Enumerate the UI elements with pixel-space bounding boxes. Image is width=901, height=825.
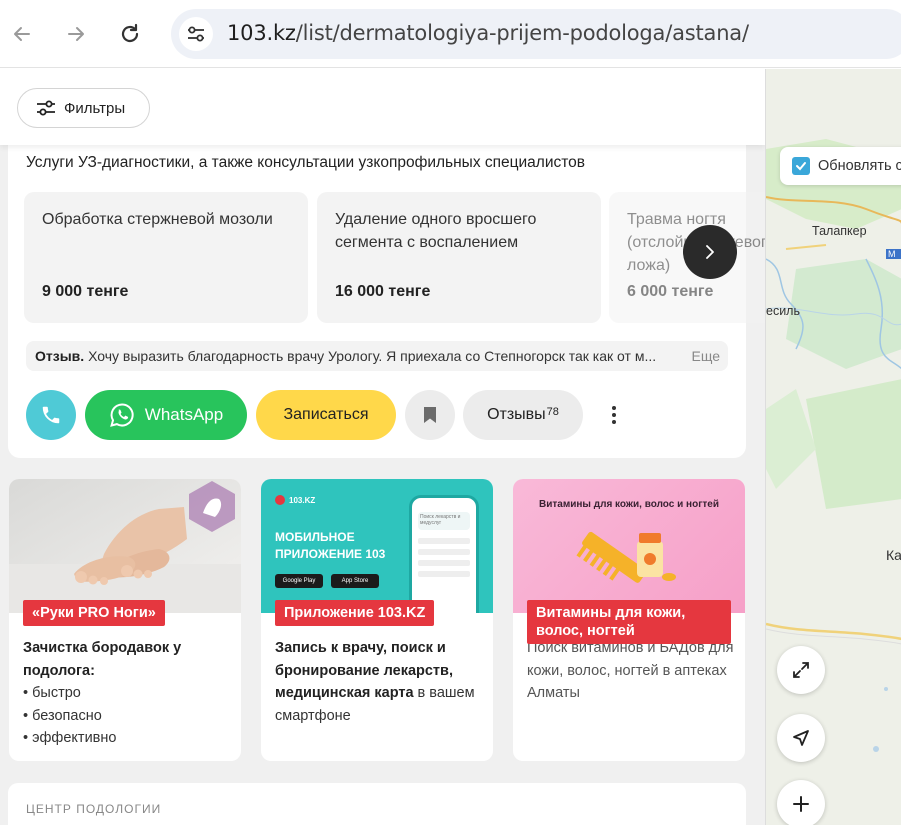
app-headline-line: МОБИЛЬНОЕ [275,530,355,544]
carousel-next-button[interactable] [683,225,737,279]
page-content: Фильтры Услуги УЗ-диагностики, а также к… [0,69,765,825]
forward-button[interactable] [59,17,93,51]
expand-icon [793,662,809,678]
reviews-button[interactable]: Отзывы 78 [463,390,583,440]
filter-icon [37,100,55,116]
filters-button[interactable]: Фильтры [17,88,150,128]
promo-bullet: • эффективно [23,730,117,746]
phone-line [418,549,470,555]
whatsapp-icon [109,403,134,427]
browser-toolbar: 103.kz/list/dermatologiya-prijem-podolog… [0,0,901,68]
map-city-label: Ка [886,547,901,563]
filter-bar: Фильтры [0,69,765,145]
map-expand-button[interactable] [777,646,825,694]
clinic-category-label: ЦЕНТР ПОДОЛОГИИ [26,802,162,816]
more-dots-icon [612,406,616,410]
map-road-marker: М [888,249,896,259]
plus-icon [275,495,285,505]
google-play-badge: Google Play [275,574,323,588]
map-zoom-in-button[interactable] [777,780,825,825]
app-headline-line: ПРИЛОЖЕНИЕ 103 [275,547,386,561]
service-name: Удаление одного вросшего сегмента с восп… [335,211,537,251]
promo-title: Зачистка бородавок у подолога: [23,640,182,679]
promo-title: Поиск витаминов и БАДов для кожи, волос,… [527,640,734,701]
service-price: 6 000 тенге [627,283,714,300]
address-bar[interactable]: 103.kz/list/dermatologiya-prijem-podolog… [171,9,901,59]
promo-text: Запись к врачу, поиск и бронирование лек… [275,637,483,727]
reload-button[interactable] [113,17,147,51]
call-button[interactable] [26,390,76,440]
chevron-right-icon [706,245,714,259]
service-card[interactable]: Обработка стержневой мозоли 9 000 тенге [24,192,308,323]
promo-tag: Приложение 103.KZ [275,600,435,626]
url-text[interactable]: 103.kz/list/dermatologiya-prijem-podolog… [227,21,749,45]
service-price: 9 000 тенге [42,283,129,300]
clinic-card: Услуги УЗ-диагностики, а также консульта… [8,137,765,458]
bookmark-icon [424,407,436,423]
site-info-button[interactable] [179,17,213,51]
map-locate-button[interactable] [777,714,825,762]
promo-image-feet [9,479,241,613]
book-appointment-button[interactable]: Записаться [256,390,396,440]
promo-tag: «Руки PRO Ноги» [23,600,165,626]
arrow-right-icon [68,27,84,41]
map-refresh-toggle[interactable]: Обновлять с [780,147,901,185]
more-dots-icon [612,413,616,417]
url-path: /list/dermatologiya-prijem-podologa/asta… [295,21,749,45]
review-text: Хочу выразить благодарность врачу Уролог… [88,348,657,364]
review-more-link[interactable]: Еще [685,341,720,371]
reload-icon [121,23,139,43]
promo-card-app[interactable]: 103.KZ МОБИЛЬНОЕ ПРИЛОЖЕНИЕ 103 Google P… [261,479,493,761]
promo-card-vitamins[interactable]: Витамины для кожи, волос и ногтей Витами… [513,479,745,761]
promo-bullet: • безопасно [23,707,102,724]
plus-icon [793,796,809,812]
back-button[interactable] [5,17,39,51]
arrow-left-icon [14,27,30,41]
promo-tag: Витамины для кожи, волос, ногтей [527,600,731,644]
phone-search: Поиск лекарств и медуслуг [418,512,470,530]
clinic-description: Услуги УЗ-диагностики, а также консульта… [26,154,586,171]
app-store-badge: App Store [331,574,379,588]
map-city-label: есиль [766,304,800,318]
promo-text: Поиск витаминов и БАДов для кожи, волос,… [527,637,735,705]
whatsapp-button[interactable]: WhatsApp [85,390,247,440]
promo-card-podology[interactable]: «Руки PRO Ноги» Зачистка бородавок у под… [9,479,241,761]
app-headline: МОБИЛЬНОЕ ПРИЛОЖЕНИЕ 103 [275,529,385,563]
promo-image-app: 103.KZ МОБИЛЬНОЕ ПРИЛОЖЕНИЕ 103 Google P… [261,479,493,613]
bookmark-button[interactable] [405,390,455,440]
promo-bullet: • быстро [23,685,81,701]
map-city-label: Талапкер [812,224,867,238]
service-card[interactable]: Удаление одного вросшего сегмента с восп… [317,192,601,323]
promo-image-vitamins: Витамины для кожи, волос и ногтей [513,479,745,613]
app-logo: 103.KZ [275,495,315,505]
more-dots-icon [612,420,616,424]
reviews-count: 78 [546,406,559,418]
map-panel[interactable]: Обновлять с Талапкер М есиль Ка [765,69,901,825]
phone-mockup: Поиск лекарств и медуслуг [409,495,479,613]
navigation-arrow-icon [793,730,809,746]
url-domain: 103.kz [227,21,296,45]
phone-line [418,560,470,566]
checkbox-checked-icon[interactable] [792,157,810,175]
book-label: Записаться [283,406,369,423]
vitamins-headline: Витамины для кожи, волос и ногтей [539,499,719,510]
phone-icon [42,406,60,424]
next-clinic-card[interactable]: ЦЕНТР ПОДОЛОГИИ [8,783,746,825]
service-name: Обработка стержневой мозоли [42,211,273,228]
map-refresh-label: Обновлять с [818,158,901,174]
filters-label: Фильтры [64,99,126,117]
more-options-button[interactable] [602,403,626,427]
app-logo-text: 103.KZ [289,495,316,505]
whatsapp-label: WhatsApp [144,405,224,424]
tune-icon [188,26,204,42]
reviews-label: Отзывы [487,406,546,423]
review-snippet[interactable]: Отзыв. Хочу выразить благодарность врачу… [26,341,728,371]
comb-bottle-illustration [576,531,676,583]
phone-line [418,538,470,544]
phone-line [418,571,470,577]
promo-text: Зачистка бородавок у подолога: • быстро … [23,637,231,750]
service-price: 16 000 тенге [335,283,431,300]
review-prefix: Отзыв. [35,348,85,364]
